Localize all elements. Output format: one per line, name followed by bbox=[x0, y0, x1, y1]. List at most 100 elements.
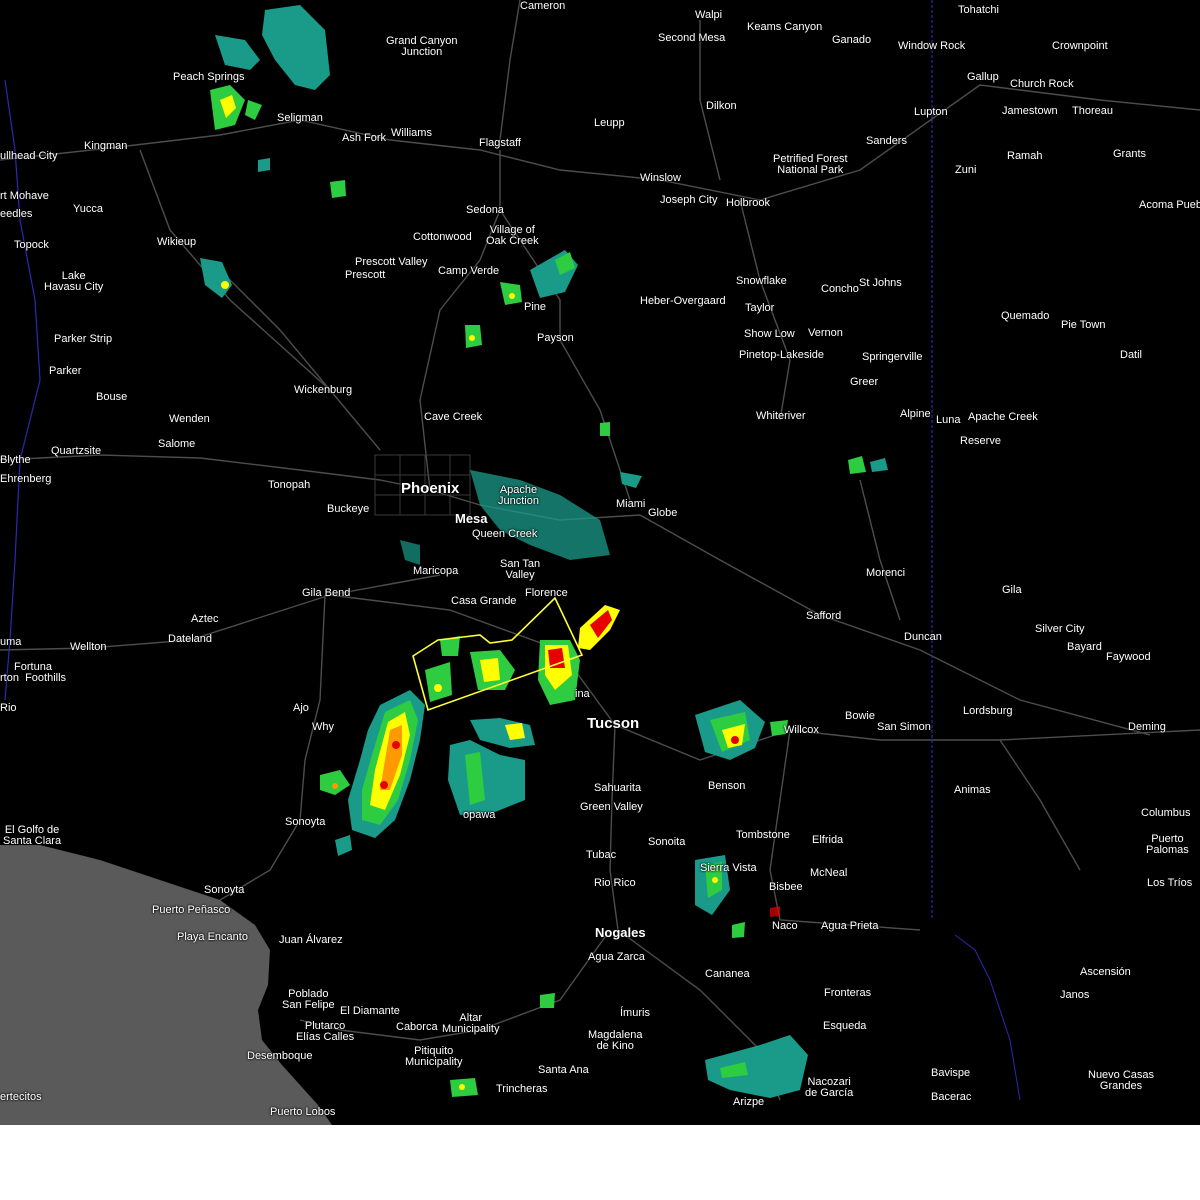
city-label-juan-alvarez: Juan Álvarez bbox=[279, 934, 343, 946]
city-label-sedona: Sedona bbox=[466, 204, 504, 216]
city-label-bouse: Bouse bbox=[96, 391, 128, 403]
city-label-peach-springs: Peach Springs bbox=[173, 71, 245, 83]
city-label-crownpoint: Crownpoint bbox=[1052, 40, 1108, 52]
city-label-heber-overgaard: Heber-Overgaard bbox=[640, 295, 726, 307]
city-label-el-golfo: El Golfo de Santa Clara bbox=[3, 824, 62, 847]
city-label-pie-town: Pie Town bbox=[1061, 319, 1106, 331]
city-label-globe: Globe bbox=[648, 507, 678, 519]
city-label-playa-encanto: Playa Encanto bbox=[177, 931, 248, 943]
city-label-leupp: Leupp bbox=[594, 117, 625, 129]
city-label-window-rock: Window Rock bbox=[898, 40, 966, 52]
city-label-yuma: uma bbox=[0, 636, 22, 648]
city-label-acoma-pueblo: Acoma Pueb bbox=[1139, 199, 1200, 211]
city-label-green-valley: Green Valley bbox=[580, 801, 643, 813]
city-label-springerville: Springerville bbox=[862, 351, 923, 363]
city-label-tubac: Tubac bbox=[586, 849, 617, 861]
city-label-grand-canyon-junction: Grand Canyon Junction bbox=[386, 35, 458, 58]
city-label-silver-city: Silver City bbox=[1035, 623, 1085, 635]
city-label-agua-zarca: Agua Zarca bbox=[588, 951, 645, 963]
city-label-mcneal: McNeal bbox=[810, 867, 848, 879]
city-label-second-mesa: Second Mesa bbox=[658, 32, 726, 44]
city-label-queen-creek: Queen Creek bbox=[472, 528, 538, 540]
city-label-petrified-forest: Petrified Forest National Park bbox=[773, 153, 848, 176]
city-label-pitiquito: Pitiquito Municipality bbox=[405, 1045, 463, 1068]
city-label-aztec: Aztec bbox=[191, 613, 219, 625]
city-label-marana: ina bbox=[575, 688, 590, 700]
city-label-vernon: Vernon bbox=[808, 327, 843, 339]
city-label-ramah: Ramah bbox=[1007, 150, 1043, 162]
city-label-whiteriver: Whiteriver bbox=[756, 410, 806, 422]
city-label-plutarco-elias-calles: Plutarco Elías Calles bbox=[296, 1020, 355, 1043]
city-label-pine: Pine bbox=[524, 301, 547, 313]
city-label-reserve: Reserve bbox=[960, 435, 1001, 447]
city-label-gila: Gila bbox=[1002, 584, 1022, 596]
city-label-salome: Salome bbox=[158, 438, 196, 450]
city-label-fortuna-foothills: Fortuna rton Foothills bbox=[0, 661, 67, 684]
city-label-keams-canyon: Keams Canyon bbox=[747, 21, 823, 33]
city-label-deming: Deming bbox=[1128, 721, 1166, 733]
city-label-sanders: Sanders bbox=[866, 135, 907, 147]
city-label-winslow: Winslow bbox=[640, 172, 681, 184]
city-label-nacozari: Nacozari de García bbox=[805, 1076, 854, 1099]
city-label-maricopa: Maricopa bbox=[413, 565, 459, 577]
radar-map[interactable]: Cameron Walpi Keams Canyon Second Mesa G… bbox=[0, 0, 1200, 1125]
city-label-miami: Miami bbox=[616, 498, 646, 510]
city-label-sonoyta-mex: Sonoyta bbox=[285, 816, 326, 828]
city-label-snowflake: Snowflake bbox=[736, 275, 787, 287]
city-label-puerto-lobos: Puerto Lobos bbox=[270, 1106, 336, 1118]
city-label-cottonwood: Cottonwood bbox=[413, 231, 472, 243]
city-label-buckeye: Buckeye bbox=[327, 503, 370, 515]
city-label-ajo: Ajo bbox=[293, 702, 309, 714]
city-label-sierra-vista: Sierra Vista bbox=[700, 862, 757, 874]
city-label-altar-municipality: Altar Municipality bbox=[442, 1012, 500, 1035]
city-label-concho: Concho bbox=[821, 283, 859, 295]
city-label-poblado-san-felipe: Poblado San Felipe bbox=[282, 988, 335, 1011]
city-label-willcox: Willcox bbox=[784, 724, 819, 736]
city-label-nuevo-casas-grandes: Nuevo Casas Grandes bbox=[1088, 1069, 1155, 1092]
city-label-gallup: Gallup bbox=[967, 71, 999, 83]
city-label-wenden: Wenden bbox=[169, 413, 210, 425]
city-label-lake-havasu-city: Lake Havasu City bbox=[44, 270, 104, 293]
city-label-mesa: Mesa bbox=[455, 511, 488, 526]
city-label-greer: Greer bbox=[850, 376, 879, 388]
city-label-grants: Grants bbox=[1113, 148, 1147, 160]
city-label-animas: Animas bbox=[954, 784, 991, 796]
city-label-los-trios: Los Tríos bbox=[1147, 877, 1193, 889]
city-label-morenci: Morenci bbox=[866, 567, 906, 579]
city-label-needles: eedles bbox=[0, 208, 33, 220]
city-label-ganado: Ganado bbox=[832, 34, 872, 46]
city-label-walpi: Walpi bbox=[695, 9, 723, 21]
city-label-dilkon: Dilkon bbox=[706, 100, 737, 112]
city-label-seligman: Seligman bbox=[277, 112, 323, 124]
city-label-desemboque: Desemboque bbox=[247, 1050, 313, 1062]
city-label-kingman: Kingman bbox=[84, 140, 128, 152]
city-label-ash-fork: Ash Fork bbox=[342, 132, 387, 144]
city-label-yucca: Yucca bbox=[73, 203, 103, 215]
city-label-casa-grande: Casa Grande bbox=[451, 595, 517, 607]
city-label-ehrenberg: Ehrenberg bbox=[0, 473, 52, 485]
city-label-parker: Parker bbox=[49, 365, 82, 377]
city-label-flagstaff: Flagstaff bbox=[479, 137, 521, 149]
city-label-topock: Topock bbox=[14, 239, 49, 251]
city-label-holbrook: Holbrook bbox=[726, 197, 771, 209]
city-label-sonoita: Sonoita bbox=[648, 836, 686, 848]
city-label-luna: Luna bbox=[936, 414, 961, 426]
city-label-imuris: Ímuris bbox=[620, 1007, 650, 1019]
city-label-wellton: Wellton bbox=[70, 641, 107, 653]
city-label-bacerac: Bacerac bbox=[931, 1091, 972, 1103]
city-label-cameron: Cameron bbox=[520, 0, 566, 12]
city-label-blythe: Blythe bbox=[0, 454, 31, 466]
city-label-church-rock: Church Rock bbox=[1010, 78, 1074, 90]
city-label-bowie: Bowie bbox=[845, 710, 875, 722]
city-label-rio-rico: Rio Rico bbox=[594, 877, 636, 889]
city-label-trincheras: Trincheras bbox=[496, 1083, 548, 1095]
city-label-cave-creek: Cave Creek bbox=[424, 411, 483, 423]
city-label-sahuarita: Sahuarita bbox=[594, 782, 642, 794]
city-label-san-simon: San Simon bbox=[877, 721, 931, 733]
city-label-esqueda: Esqueda bbox=[823, 1020, 867, 1032]
city-label-caborca: Caborca bbox=[396, 1021, 438, 1033]
city-label-taylor: Taylor bbox=[745, 302, 775, 314]
city-label-ertecitos: ertecitos bbox=[0, 1091, 42, 1103]
city-label-bisbee: Bisbee bbox=[769, 881, 803, 893]
city-label-apache-creek: Apache Creek bbox=[968, 411, 1038, 423]
